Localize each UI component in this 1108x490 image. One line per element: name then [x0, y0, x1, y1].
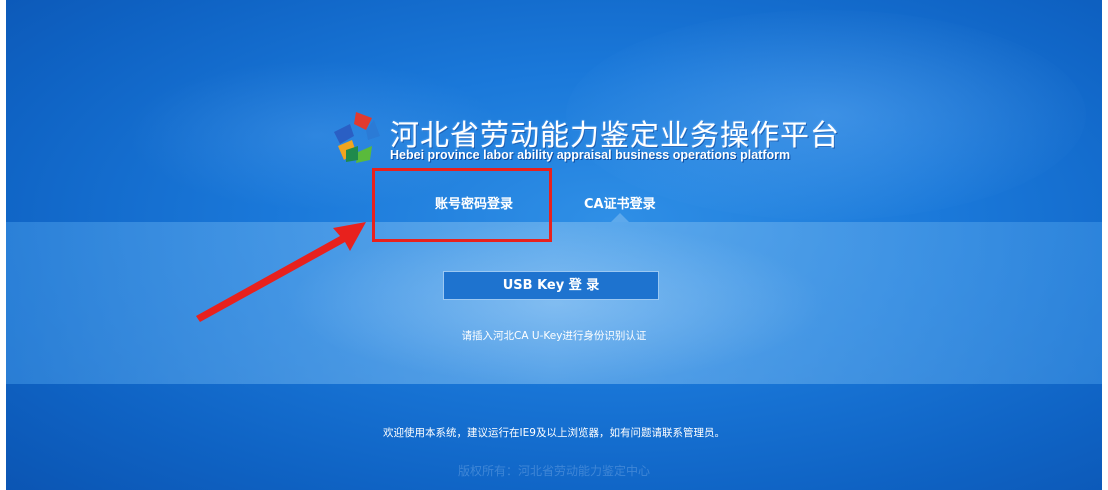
copyright-text: 版权所有：河北省劳动能力鉴定中心 [457, 464, 650, 478]
platform-subtitle: Hebei province labor ability appraisal b… [390, 148, 791, 162]
annotation-highlight-box [372, 168, 552, 242]
pinwheel-logo-icon [334, 112, 380, 163]
login-background: 河北省劳动能力鉴定业务操作平台 Hebei province labor abi… [6, 0, 1102, 490]
usb-key-login-button[interactable]: USB Key 登 录 [443, 271, 659, 300]
ukey-hint-text: 请插入河北CA U-Key进行身份识别认证 [461, 330, 647, 342]
active-tab-indicator [611, 213, 629, 222]
browser-recommendation-note: 欢迎使用本系统，建议运行在IE9及以上浏览器，如有问题请联系管理员。 [383, 427, 725, 439]
login-panel-light [286, 222, 826, 384]
tab-ca-certificate[interactable]: CA证书登录 [584, 193, 656, 212]
